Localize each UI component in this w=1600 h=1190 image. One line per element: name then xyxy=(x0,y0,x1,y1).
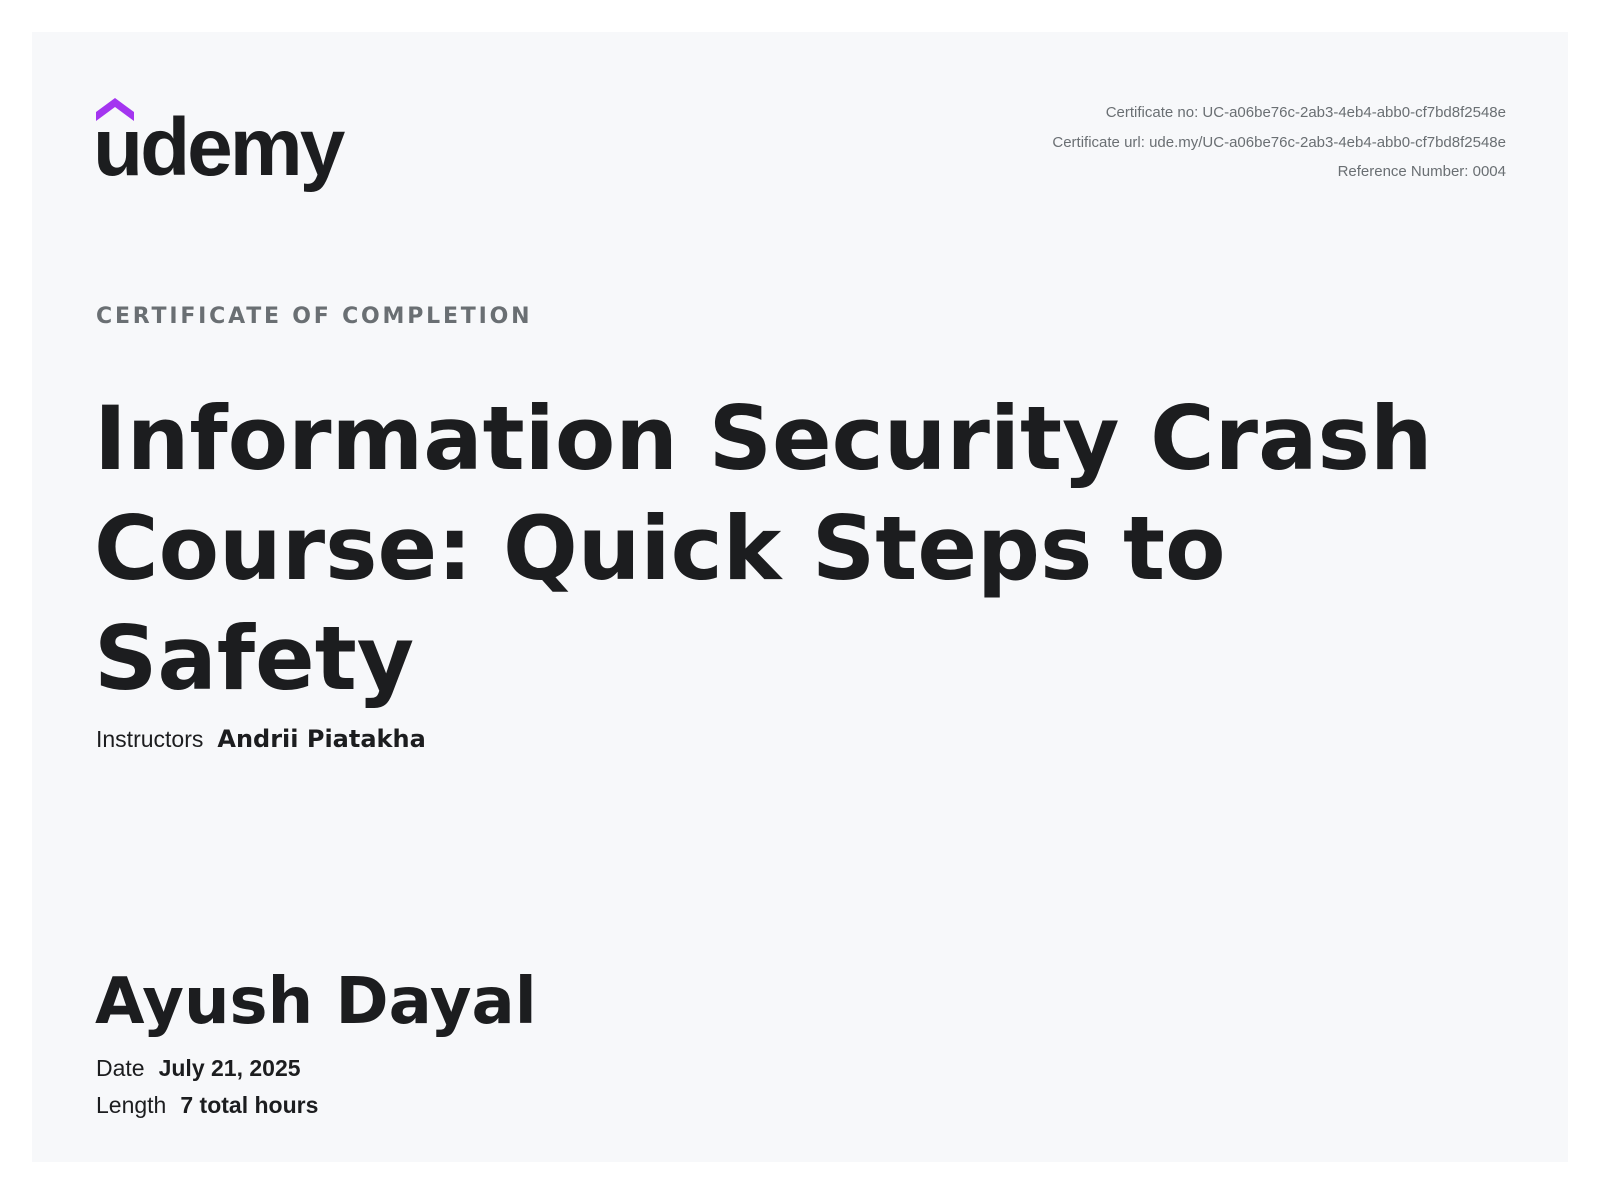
length-label: Length xyxy=(96,1092,167,1118)
certificate-number: Certificate no: UC-a06be76c-2ab3-4eb4-ab… xyxy=(1105,104,1506,121)
udemy-logo-wordmark: udemy xyxy=(96,102,346,193)
instructors-row: Instructors Andrii Piatakha xyxy=(96,725,426,753)
certificate: udemy Certificate no: UC-a06be76c-2ab3-4… xyxy=(32,32,1568,1162)
length-row: Length 7 total hours xyxy=(96,1092,318,1119)
date-label: Date xyxy=(96,1055,145,1081)
udemy-logo: udemy xyxy=(96,98,366,198)
certificate-meta: Certificate no: UC-a06be76c-2ab3-4eb4-ab… xyxy=(1052,98,1506,187)
reference-number: Reference Number: 0004 xyxy=(1337,163,1506,180)
date-row: Date July 21, 2025 xyxy=(96,1055,301,1082)
course-title: Information Security Crash Course: Quick… xyxy=(94,387,1433,710)
instructor-name: Andrii Piatakha xyxy=(217,725,426,753)
certificate-url: Certificate url: ude.my/UC-a06be76c-2ab3… xyxy=(1052,133,1506,151)
instructors-label: Instructors xyxy=(96,726,204,752)
student-name: Ayush Dayal xyxy=(95,965,537,1039)
certificate-label: CERTIFICATE OF COMPLETION xyxy=(96,304,533,329)
length-value: 7 total hours xyxy=(180,1092,319,1118)
date-value: July 21, 2025 xyxy=(158,1055,301,1081)
